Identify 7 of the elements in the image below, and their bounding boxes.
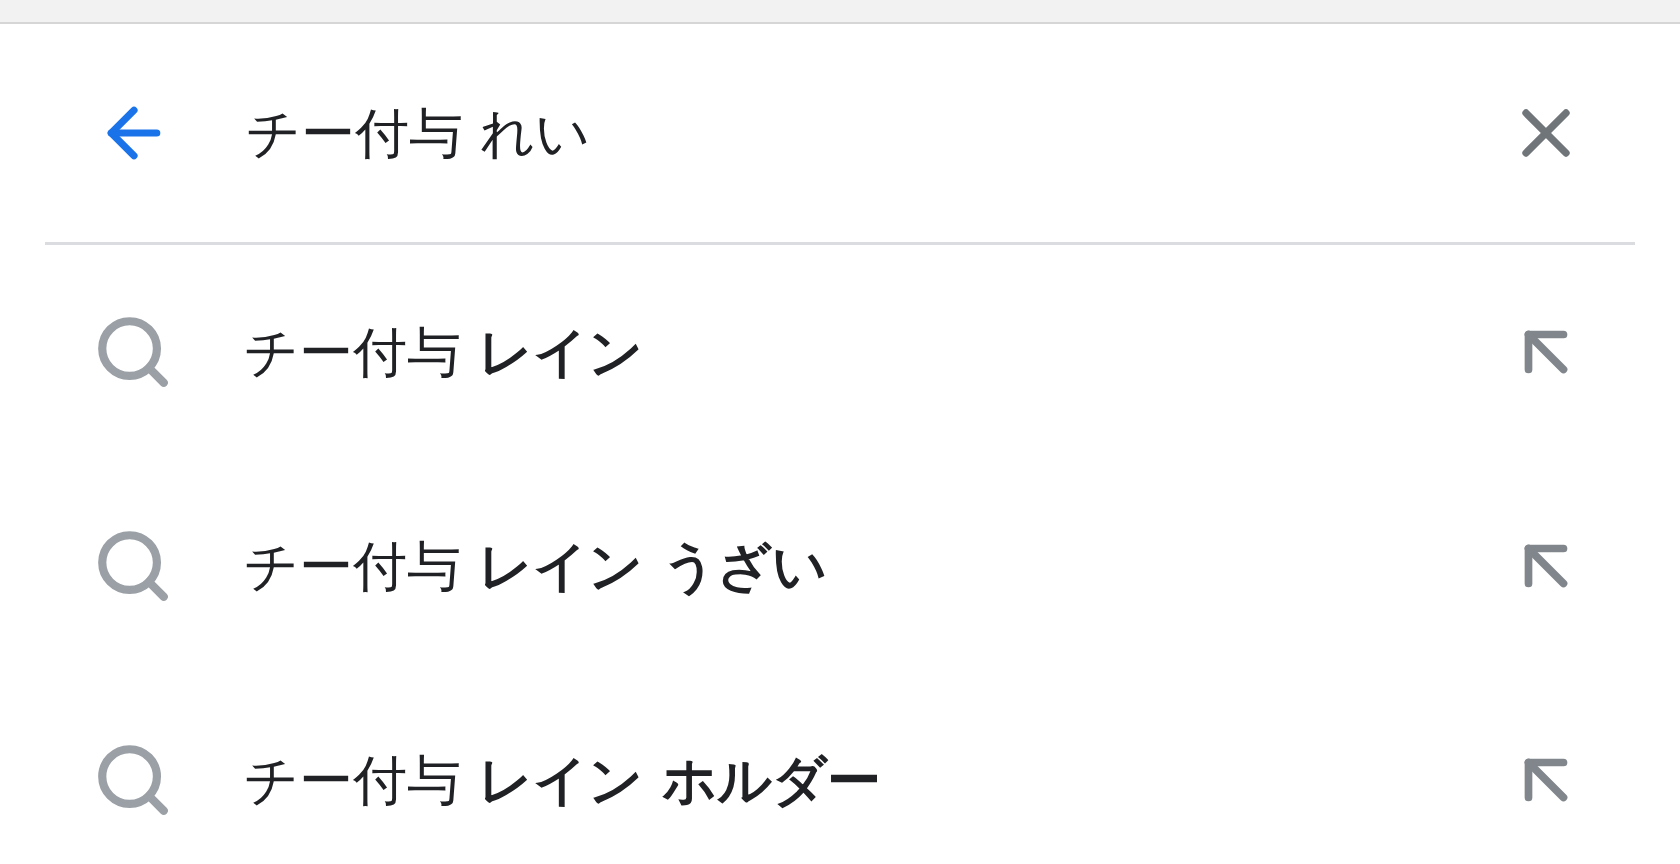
search-field[interactable]: チー付与 れい xyxy=(246,92,1504,174)
suggestion-text: チー付与 レイン ホルダー xyxy=(244,747,882,814)
suggestion-item[interactable]: チー付与 レイン xyxy=(0,245,1680,459)
suggestion-text: チー付与 レイン うざい xyxy=(244,533,828,600)
suggestion-item[interactable]: チー付与 レイン ホルダー xyxy=(0,673,1680,864)
suggestion-item[interactable]: チー付与 レイン うざい xyxy=(0,459,1680,673)
suggestion-text: チー付与 レイン xyxy=(244,319,645,386)
